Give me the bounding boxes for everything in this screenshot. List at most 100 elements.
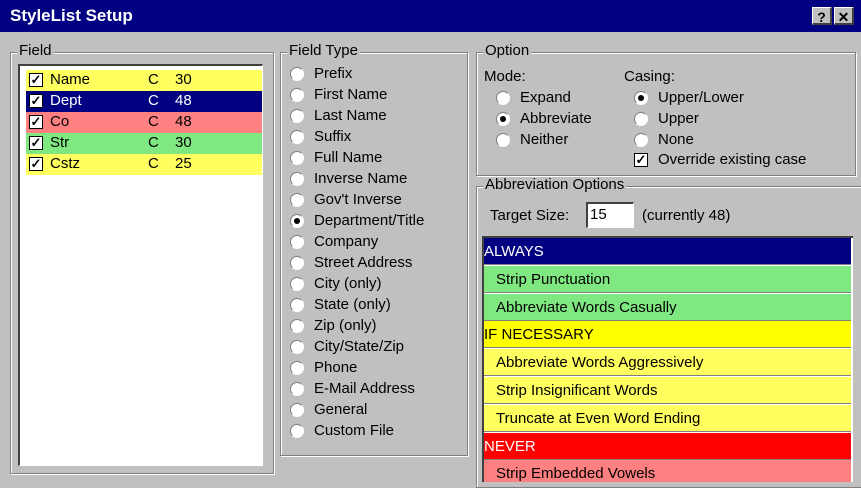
casing-label: Upper/Lower [658, 89, 744, 106]
field-type-radio[interactable]: Prefix [290, 65, 470, 86]
radio-button-icon[interactable] [634, 133, 648, 147]
checkbox-icon[interactable]: ✓ [29, 94, 43, 108]
target-size-label: Target Size: [490, 207, 570, 224]
field-type-label: Zip (only) [314, 317, 377, 334]
currently-text: (currently 48) [642, 207, 731, 224]
checkbox-icon[interactable]: ✓ [29, 157, 43, 171]
field-row[interactable]: ✓ Dept C 48 [26, 91, 262, 112]
field-type-label: Prefix [314, 65, 353, 82]
radio-button-icon[interactable] [290, 340, 304, 354]
field-type-radio[interactable]: Custom File [290, 422, 470, 443]
field-type-radio[interactable]: Department/Title [290, 212, 470, 233]
radio-button-icon[interactable] [290, 172, 304, 186]
radio-button-icon[interactable] [290, 361, 304, 375]
target-size-input[interactable]: 15 [586, 202, 634, 228]
casing-label: None [658, 131, 694, 148]
mode-label: Expand [520, 89, 571, 106]
abbreviation-option-item[interactable]: Strip Insignificant Words [484, 377, 851, 404]
field-row[interactable]: ✓ Str C 30 [26, 133, 262, 154]
radio-button-icon[interactable] [290, 151, 304, 165]
field-type-radio[interactable]: Phone [290, 359, 470, 380]
radio-button-icon[interactable] [290, 67, 304, 81]
override-case-label: Override existing case [658, 151, 807, 168]
title-bar: StyleList Setup ? ✕ [0, 0, 861, 32]
radio-button-icon[interactable] [290, 235, 304, 249]
abbreviation-option-item[interactable]: Abbreviate Words Casually [484, 293, 851, 321]
field-row[interactable]: ✓ Cstz C 25 [26, 154, 262, 175]
field-type-group-label: Field Type [287, 42, 360, 59]
field-type-label: Inverse Name [314, 170, 408, 187]
field-type-radio[interactable]: City (only) [290, 275, 470, 296]
radio-button-icon[interactable] [496, 91, 510, 105]
field-type-radio[interactable]: General [290, 401, 470, 422]
field-listbox[interactable]: ✓ Name C 30 ✓ Dept C 48 ✓ Co C 48 ✓ Str C 30 ✓ Cstz C 25 [18, 64, 263, 466]
field-type-label: Department/Title [314, 212, 425, 229]
checkbox-icon[interactable]: ✓ [29, 115, 43, 129]
radio-button-icon[interactable] [290, 256, 304, 270]
field-name: Name [50, 71, 91, 88]
field-type-radio[interactable]: Gov't Inverse [290, 191, 470, 212]
radio-button-icon[interactable] [634, 91, 648, 105]
field-type-radio[interactable]: First Name [290, 86, 470, 107]
field-type-radio[interactable]: Full Name [290, 149, 470, 170]
field-type-code: C [148, 92, 159, 109]
checkbox-icon[interactable]: ✓ [29, 73, 43, 87]
field-type-code: C [148, 71, 159, 88]
field-type-radio[interactable]: Inverse Name [290, 170, 470, 191]
radio-button-icon[interactable] [290, 298, 304, 312]
abbreviation-options-label: Abbreviation Options [483, 176, 627, 193]
field-row[interactable]: ✓ Name C 30 [26, 70, 262, 91]
field-type-label: State (only) [314, 296, 391, 313]
radio-button-icon[interactable] [290, 277, 304, 291]
abbreviation-section-header: IF NECESSARY [484, 321, 851, 349]
field-type-radio[interactable]: Suffix [290, 128, 470, 149]
radio-button-icon[interactable] [290, 424, 304, 438]
close-icon[interactable]: ✕ [834, 7, 854, 25]
field-type-label: Street Address [314, 254, 413, 271]
field-type-label: Phone [314, 359, 358, 376]
field-type-radio[interactable]: City/State/Zip [290, 338, 470, 359]
field-type-radio[interactable]: Last Name [290, 107, 470, 128]
field-type-radio[interactable]: Company [290, 233, 470, 254]
abbreviation-option-item[interactable]: Strip Embedded Vowels [484, 460, 851, 482]
abbreviation-option-item[interactable]: Truncate at Even Word Ending [484, 404, 851, 432]
field-type-code: C [148, 113, 159, 130]
field-row[interactable]: ✓ Co C 48 [26, 112, 262, 133]
override-case-checkbox[interactable]: ✓ Override existing case [634, 151, 844, 171]
field-type-label: General [314, 401, 368, 418]
checkbox-icon: ✓ [634, 152, 648, 167]
radio-button-icon[interactable] [496, 133, 510, 147]
abbreviation-option-item[interactable]: Strip Punctuation [484, 265, 851, 293]
field-type-radio[interactable]: Zip (only) [290, 317, 470, 338]
abbreviation-option-item[interactable]: Abbreviate Words Aggressively [484, 349, 851, 377]
option-group-label: Option [483, 42, 532, 59]
checkbox-icon[interactable]: ✓ [29, 136, 43, 150]
radio-button-icon[interactable] [290, 109, 304, 123]
abbreviation-list[interactable]: ALWAYS Strip Punctuation Abbreviate Words … [482, 236, 853, 482]
field-type-radio[interactable]: Street Address [290, 254, 470, 275]
field-size: 30 [175, 71, 192, 88]
radio-button-icon[interactable] [634, 112, 648, 126]
mode-label: Mode: [484, 68, 526, 85]
radio-button-icon[interactable] [290, 193, 304, 207]
radio-button-icon[interactable] [290, 88, 304, 102]
field-type-radio[interactable]: E-Mail Address [290, 380, 470, 401]
casing-label: Upper [658, 110, 699, 127]
radio-button-icon[interactable] [290, 403, 304, 417]
radio-button-icon[interactable] [290, 130, 304, 144]
question-icon[interactable]: ? [812, 7, 832, 25]
window-title: StyleList Setup [10, 6, 133, 25]
radio-button-icon[interactable] [496, 112, 510, 126]
field-size: 30 [175, 134, 192, 151]
casing-radio[interactable]: Upper/Lower [634, 89, 814, 110]
abbreviation-section-header: ALWAYS [484, 238, 851, 265]
field-type-label: Last Name [314, 107, 387, 124]
field-name: Str [50, 134, 70, 151]
casing-radio[interactable]: Upper [634, 110, 814, 131]
field-type-label: Gov't Inverse [314, 191, 402, 208]
radio-button-icon[interactable] [290, 214, 304, 228]
radio-button-icon[interactable] [290, 382, 304, 396]
field-type-radio[interactable]: State (only) [290, 296, 470, 317]
casing-radio[interactable]: None [634, 131, 814, 152]
radio-button-icon[interactable] [290, 319, 304, 333]
